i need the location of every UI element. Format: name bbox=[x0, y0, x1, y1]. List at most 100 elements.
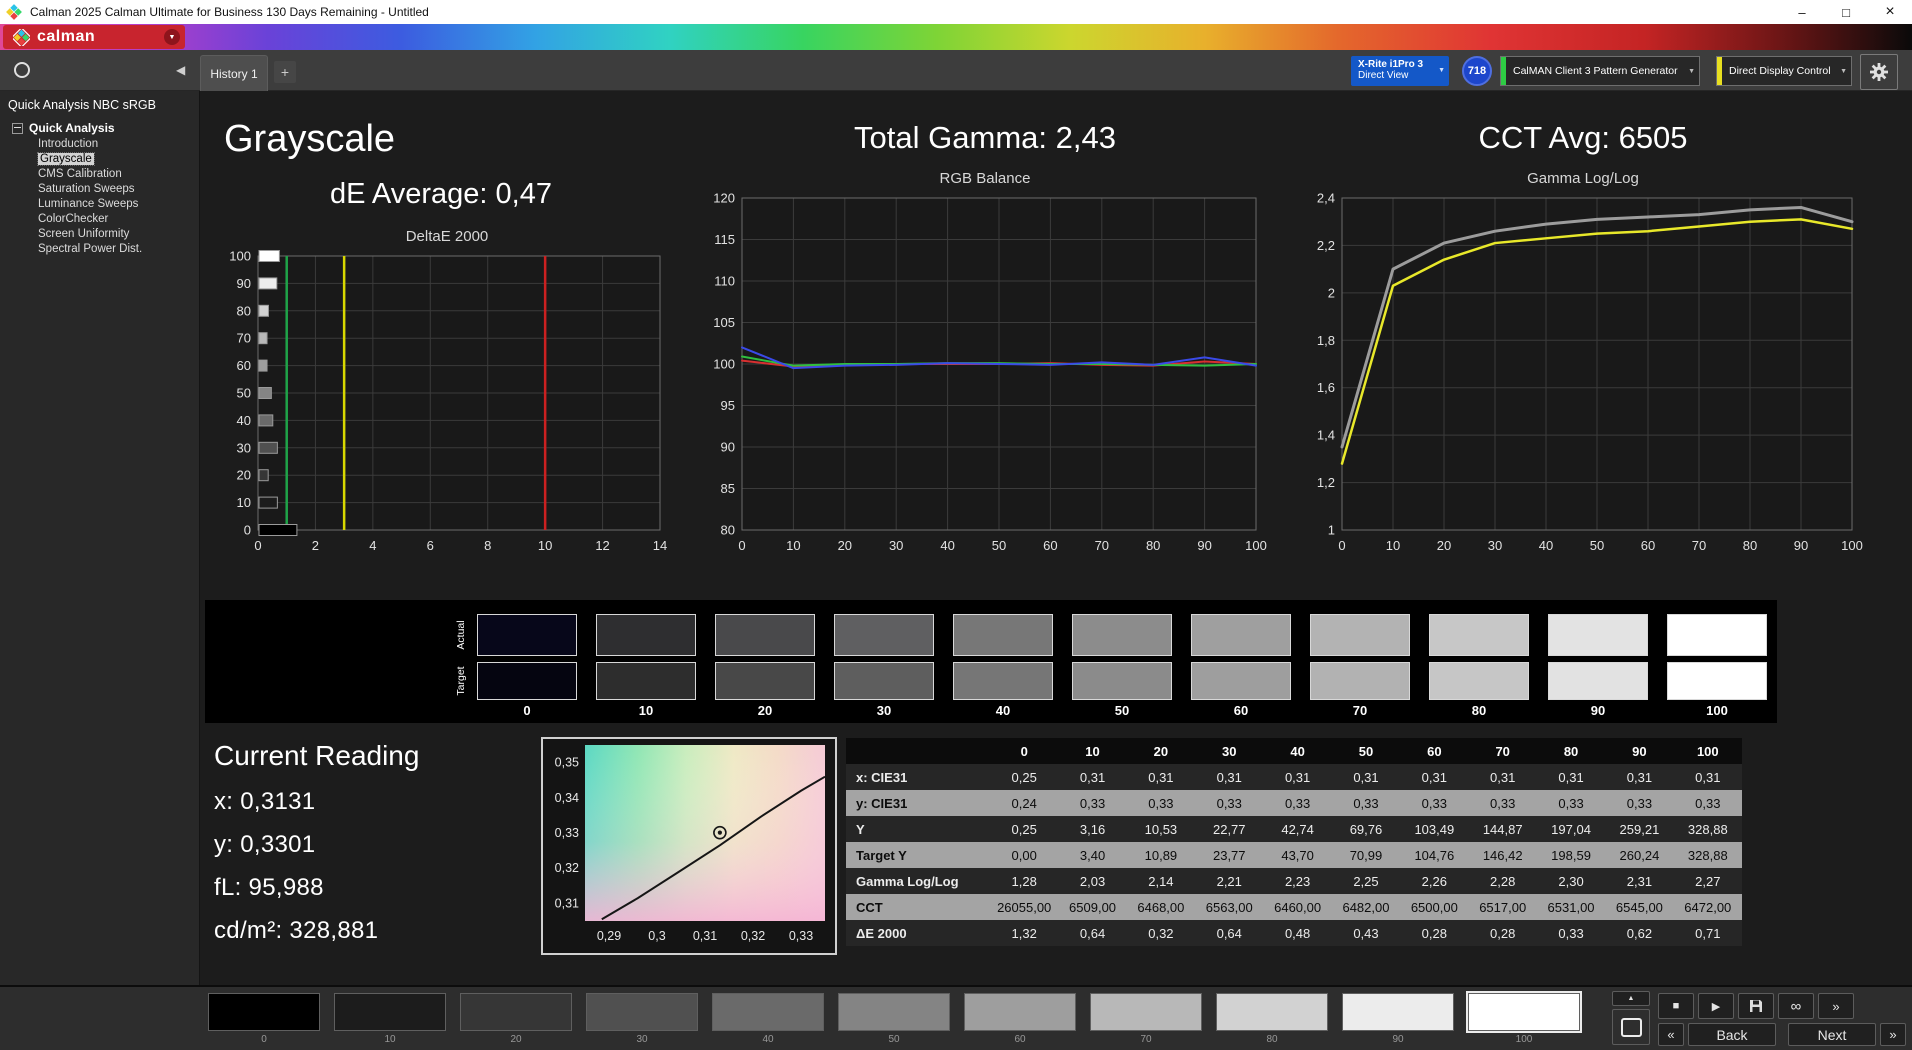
pattern-list-up-button[interactable]: ▲ bbox=[1612, 991, 1650, 1006]
sidebar-item-saturation-sweeps[interactable]: Saturation Sweeps bbox=[0, 182, 199, 197]
pattern-patch-50[interactable]: 50 bbox=[838, 993, 950, 1045]
sidebar-item-colorchecker[interactable]: ColorChecker bbox=[0, 212, 199, 227]
add-tab-button[interactable]: + bbox=[274, 61, 296, 83]
actual-swatch-100 bbox=[1667, 614, 1767, 656]
sidebar-item-introduction[interactable]: Introduction bbox=[0, 137, 199, 152]
pattern-patch-60[interactable]: 60 bbox=[964, 993, 1076, 1045]
continuous-measure-button[interactable]: ∞ bbox=[1778, 993, 1814, 1019]
sidebar-item-luminance-sweeps[interactable]: Luminance Sweeps bbox=[0, 197, 199, 212]
table-cell: 1,32 bbox=[990, 920, 1058, 946]
current-reading-title: Current Reading bbox=[214, 740, 419, 772]
display-control-selector[interactable]: Direct Display Control ▼ bbox=[1716, 56, 1852, 86]
target-swatch-60 bbox=[1191, 662, 1291, 700]
svg-text:50: 50 bbox=[992, 538, 1006, 553]
svg-text:90: 90 bbox=[237, 276, 251, 291]
patch-label: 90 bbox=[1342, 1034, 1454, 1045]
pattern-patch-0[interactable]: 0 bbox=[208, 993, 320, 1045]
close-button[interactable]: × bbox=[1868, 0, 1912, 24]
meter-selector[interactable]: X-Rite i1Pro 3 Direct View ▼ bbox=[1351, 56, 1449, 86]
table-cell: 6468,00 bbox=[1127, 894, 1195, 920]
table-col-header: 50 bbox=[1332, 738, 1400, 764]
sidebar-root-quick-analysis[interactable]: Quick Analysis bbox=[0, 117, 199, 137]
source-color-stripe bbox=[1501, 57, 1506, 85]
pattern-generator-label: CalMAN Client 3 Pattern Generator bbox=[1501, 57, 1699, 85]
up-arrow-icon: ▲ bbox=[1628, 995, 1635, 1002]
next-button[interactable]: Next bbox=[1788, 1023, 1876, 1046]
table-row: CCT26055,006509,006468,006563,006460,006… bbox=[846, 894, 1742, 920]
tab-bar: ◀ History 1 + X-Rite i1Pro 3 Direct View… bbox=[0, 50, 1912, 91]
maximize-button[interactable]: □ bbox=[1824, 0, 1868, 24]
back-button[interactable]: Back bbox=[1688, 1023, 1776, 1046]
svg-text:20: 20 bbox=[838, 538, 852, 553]
patch-label: 50 bbox=[838, 1034, 950, 1045]
target-swatch-10 bbox=[596, 662, 696, 700]
svg-text:12: 12 bbox=[595, 538, 609, 553]
pattern-window-icon bbox=[1621, 1018, 1642, 1037]
table-cell: 10,89 bbox=[1127, 842, 1195, 868]
calman-menu-button[interactable]: calman ▼ bbox=[3, 25, 185, 49]
pattern-window-button[interactable] bbox=[1612, 1009, 1650, 1045]
table-cell: 0,64 bbox=[1058, 920, 1126, 946]
stop-button[interactable]: ■ bbox=[1658, 993, 1694, 1019]
expand-controls-button[interactable]: » bbox=[1818, 993, 1854, 1019]
svg-text:0,32: 0,32 bbox=[555, 861, 579, 875]
minimize-button[interactable]: – bbox=[1780, 0, 1824, 24]
svg-text:20: 20 bbox=[1437, 538, 1451, 553]
cie-chromaticity-diagram[interactable]: 0,290,30,310,320,330,310,320,330,340,35 bbox=[541, 737, 837, 955]
save-button[interactable] bbox=[1738, 993, 1774, 1019]
calman-window: Calman 2025 Calman Ultimate for Business… bbox=[0, 0, 1912, 1050]
pattern-patch-70[interactable]: 70 bbox=[1090, 993, 1202, 1045]
back-chevron-button[interactable]: « bbox=[1658, 1023, 1684, 1046]
table-row: Gamma Log/Log1,282,032,142,212,232,252,2… bbox=[846, 868, 1742, 894]
pattern-patch-20[interactable]: 20 bbox=[460, 993, 572, 1045]
patch-color bbox=[1090, 993, 1202, 1031]
table-cell: 6545,00 bbox=[1605, 894, 1673, 920]
current-reading: Current Reading x: 0,3131 y: 0,3301 fL: … bbox=[214, 740, 419, 960]
pattern-patch-90[interactable]: 90 bbox=[1342, 993, 1454, 1045]
tab-history-1[interactable]: History 1 bbox=[200, 55, 268, 91]
table-cell: 2,31 bbox=[1605, 868, 1673, 894]
meter-count-badge[interactable]: 718 bbox=[1462, 56, 1492, 86]
back-button-label: Back bbox=[1716, 1027, 1747, 1043]
collapse-sidebar-button[interactable]: ◀ bbox=[176, 63, 185, 77]
table-cell: 0,25 bbox=[990, 816, 1058, 842]
sidebar-tree: IntroductionGrayscaleCMS CalibrationSatu… bbox=[0, 137, 199, 257]
workflow-title: Quick Analysis NBC sRGB bbox=[0, 91, 199, 117]
pattern-generator-selector[interactable]: CalMAN Client 3 Pattern Generator ▼ bbox=[1500, 56, 1700, 86]
table-cell: 0,33 bbox=[1605, 790, 1673, 816]
svg-text:14: 14 bbox=[653, 538, 667, 553]
next-chevron-button[interactable]: » bbox=[1880, 1023, 1906, 1046]
table-cell: 259,21 bbox=[1605, 816, 1673, 842]
svg-text:120: 120 bbox=[713, 191, 735, 206]
svg-text:2: 2 bbox=[1328, 285, 1335, 300]
table-cell: 0,71 bbox=[1674, 920, 1742, 946]
settings-button[interactable] bbox=[1860, 54, 1898, 90]
table-cell: 6563,00 bbox=[1195, 894, 1263, 920]
play-button[interactable]: ▶ bbox=[1698, 993, 1734, 1019]
sidebar-item-cms-calibration[interactable]: CMS Calibration bbox=[0, 167, 199, 182]
session-status-icon[interactable] bbox=[14, 62, 30, 78]
sidebar-item-grayscale[interactable]: Grayscale bbox=[0, 152, 199, 167]
stop-icon: ■ bbox=[1673, 1000, 1680, 1012]
table-cell: 3,40 bbox=[1058, 842, 1126, 868]
tree-expander-icon[interactable] bbox=[12, 123, 23, 134]
window-title: Calman 2025 Calman Ultimate for Business… bbox=[30, 5, 429, 19]
table-cell: 260,24 bbox=[1605, 842, 1673, 868]
swatch-column-label: 40 bbox=[953, 703, 1053, 718]
svg-text:10: 10 bbox=[237, 495, 251, 510]
pattern-patch-80[interactable]: 80 bbox=[1216, 993, 1328, 1045]
table-row-label: ΔE 2000 bbox=[846, 920, 990, 946]
svg-text:90: 90 bbox=[1794, 538, 1808, 553]
patch-color bbox=[1342, 993, 1454, 1031]
table-row-label: Target Y bbox=[846, 842, 990, 868]
pattern-patch-40[interactable]: 40 bbox=[712, 993, 824, 1045]
actual-swatch-30 bbox=[834, 614, 934, 656]
table-cell: 0,31 bbox=[1469, 764, 1537, 790]
pattern-patch-30[interactable]: 30 bbox=[586, 993, 698, 1045]
pattern-patch-10[interactable]: 10 bbox=[334, 993, 446, 1045]
pattern-patch-100[interactable]: 100 bbox=[1468, 993, 1580, 1045]
table-cell: 26055,00 bbox=[990, 894, 1058, 920]
sidebar-item-spectral-power-dist-[interactable]: Spectral Power Dist. bbox=[0, 242, 199, 257]
sidebar-item-screen-uniformity[interactable]: Screen Uniformity bbox=[0, 227, 199, 242]
table-row: x: CIE310,250,310,310,310,310,310,310,31… bbox=[846, 764, 1742, 790]
